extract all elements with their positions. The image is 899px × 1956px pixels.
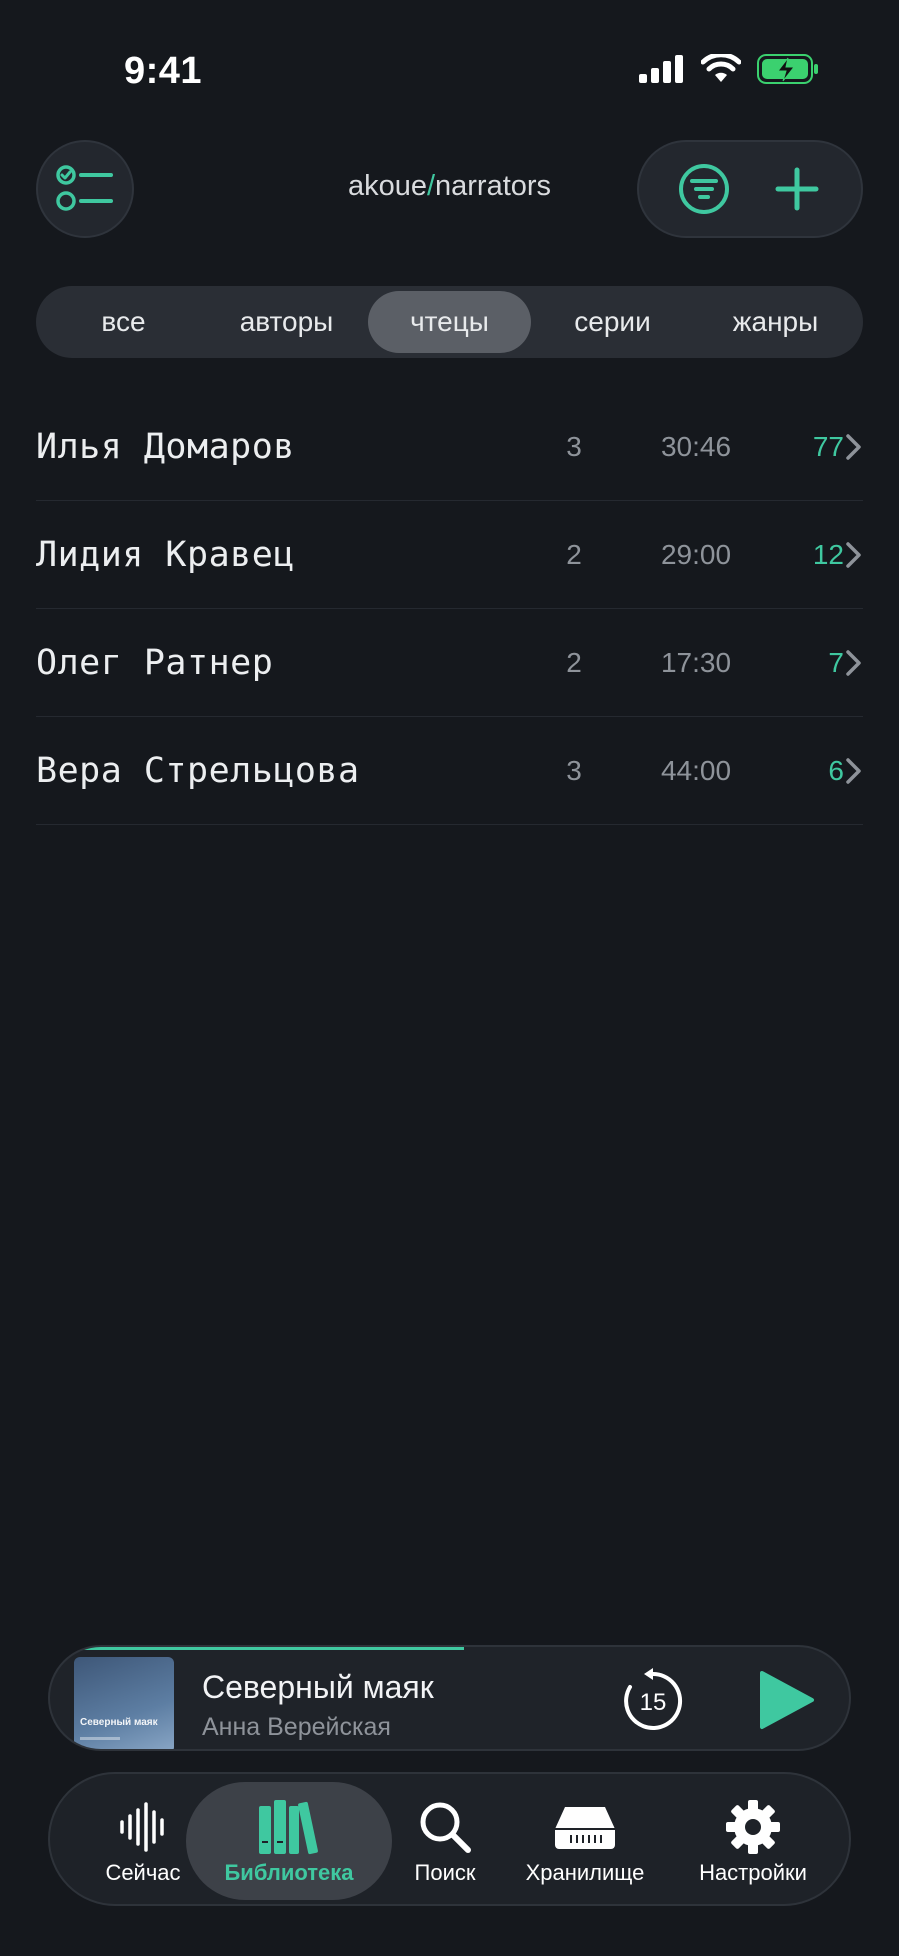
book-cover: Северный маяк bbox=[74, 1657, 174, 1749]
tabbar-item-storage[interactable]: Хранилище bbox=[510, 1774, 660, 1904]
add-button[interactable] bbox=[762, 154, 832, 224]
book-count: 2 bbox=[566, 646, 582, 678]
plus-icon bbox=[775, 167, 818, 211]
category-tabs: все авторы чтецы серии жанры bbox=[36, 286, 863, 358]
tabbar-item-settings[interactable]: Настройки bbox=[678, 1774, 828, 1904]
play-icon bbox=[760, 1671, 814, 1729]
tabbar-item-library[interactable]: Библиотека bbox=[186, 1782, 392, 1900]
list-item[interactable]: Олег Ратнер 2 17:30 7 bbox=[36, 609, 863, 717]
chevron-right-icon bbox=[846, 650, 861, 676]
list-item[interactable]: Лидия Кравец 2 29:00 12 bbox=[36, 501, 863, 609]
status-time: 9:41 bbox=[124, 50, 203, 92]
total-duration: 29:00 bbox=[660, 538, 732, 570]
total-duration: 17:30 bbox=[660, 646, 732, 678]
battery-charging-icon bbox=[757, 54, 818, 84]
rewind-seconds-label: 15 bbox=[640, 1689, 667, 1716]
book-count: 2 bbox=[566, 538, 582, 570]
tabbar-label: Поиск bbox=[414, 1860, 476, 1885]
tab-authors[interactable]: авторы bbox=[205, 291, 368, 353]
status-icons bbox=[639, 54, 819, 84]
tab-all[interactable]: все bbox=[42, 291, 205, 353]
cover-title: Северный маяк bbox=[80, 1717, 158, 1728]
book-count: 3 bbox=[566, 754, 582, 786]
mini-player[interactable]: Северный маяк Северный маяк Анна Верейск… bbox=[48, 1645, 851, 1751]
filter-icon bbox=[678, 164, 729, 214]
tab-genres[interactable]: жанры bbox=[694, 291, 857, 353]
cellular-signal-icon bbox=[639, 55, 683, 83]
filter-button[interactable] bbox=[669, 154, 739, 224]
accent-number: 6 bbox=[828, 754, 844, 786]
accent-number: 77 bbox=[812, 430, 844, 462]
rewind-15-button[interactable]: 15 bbox=[620, 1667, 686, 1733]
tabbar-label: Хранилище bbox=[525, 1860, 645, 1885]
accent-number: 12 bbox=[812, 538, 844, 570]
chevron-right-icon bbox=[846, 542, 861, 568]
tabbar-label: Настройки bbox=[699, 1860, 807, 1885]
chevron-right-icon bbox=[846, 434, 861, 460]
total-duration: 44:00 bbox=[660, 754, 732, 786]
magnifier-icon bbox=[420, 1802, 471, 1853]
tabbar-label: Библиотека bbox=[224, 1860, 354, 1885]
player-author: Анна Верейская bbox=[202, 1713, 391, 1741]
list-item[interactable]: Вера Стрельцова 3 44:00 6 bbox=[36, 717, 863, 825]
player-title: Северный маяк bbox=[202, 1669, 434, 1705]
play-button[interactable] bbox=[756, 1669, 816, 1731]
total-duration: 30:46 bbox=[660, 430, 732, 462]
waveform-icon bbox=[120, 1802, 164, 1852]
breadcrumb-root[interactable]: akoue bbox=[348, 170, 427, 202]
tabbar-label: Сейчас bbox=[105, 1860, 181, 1885]
book-count: 3 bbox=[566, 430, 582, 462]
breadcrumb-current: narrators bbox=[435, 170, 552, 202]
chevron-right-icon bbox=[846, 758, 861, 784]
tabbar-item-search[interactable]: Поиск bbox=[390, 1774, 500, 1904]
playback-progress-bar bbox=[78, 1647, 464, 1650]
bottom-tab-bar: Сейчас Библиотека Поиск Хранилище Настро… bbox=[48, 1772, 851, 1906]
library-books-icon bbox=[259, 1800, 318, 1855]
cover-subtitle-line bbox=[80, 1737, 120, 1740]
tabbar-item-now[interactable]: Сейчас bbox=[88, 1774, 198, 1904]
storage-drive-icon bbox=[555, 1807, 615, 1849]
list-item[interactable]: Илья Домаров 3 30:46 77 bbox=[36, 393, 863, 501]
narrators-list: Илья Домаров 3 30:46 77 Лидия Кравец 2 2… bbox=[36, 393, 863, 825]
accent-number: 7 bbox=[828, 646, 844, 678]
gear-icon bbox=[726, 1800, 780, 1854]
wifi-icon bbox=[701, 54, 741, 82]
tab-series[interactable]: серии bbox=[531, 291, 694, 353]
header-actions bbox=[637, 140, 863, 238]
tab-narrators[interactable]: чтецы bbox=[368, 291, 531, 353]
breadcrumb-separator: / bbox=[426, 170, 436, 202]
